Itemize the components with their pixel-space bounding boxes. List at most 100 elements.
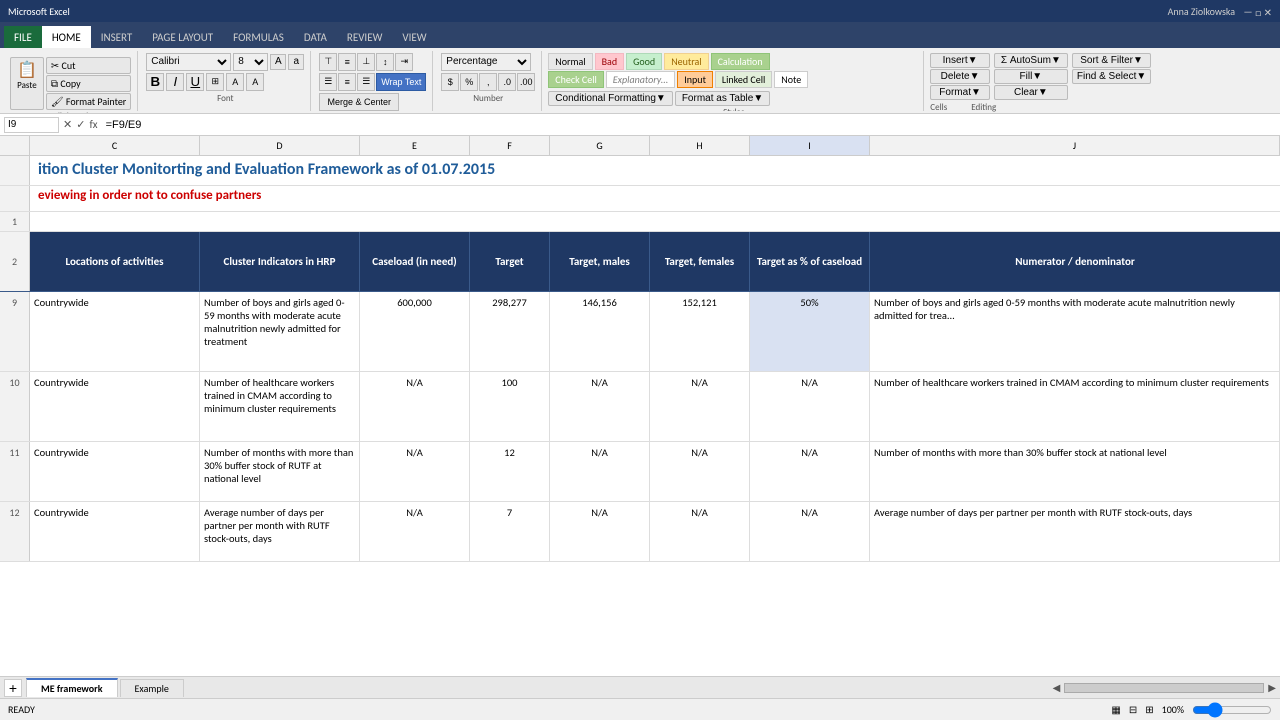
add-sheet-button[interactable]: + — [4, 679, 22, 697]
format-as-table-button[interactable]: Format as Table▼ — [675, 91, 770, 106]
fill-color-button[interactable]: A — [226, 73, 244, 91]
col-header-e[interactable]: E — [360, 136, 470, 155]
formula-input[interactable]: =F9/E9 — [102, 119, 1276, 131]
find-select-button[interactable]: Find & Select▼ — [1072, 69, 1151, 84]
insert-button[interactable]: Insert▼ — [930, 53, 990, 68]
data-row-10[interactable]: 10 Countrywide Number of healthcare work… — [0, 372, 1280, 442]
tab-file[interactable]: FILE — [4, 26, 42, 48]
border-button[interactable]: ⊞ — [206, 73, 224, 91]
col-header-g[interactable]: G — [550, 136, 650, 155]
data-row-9[interactable]: 9 Countrywide Number of boys and girls a… — [0, 292, 1280, 372]
conditional-formatting-button[interactable]: Conditional Formatting▼ — [548, 91, 673, 106]
row-10-pct[interactable]: N/A — [750, 372, 870, 441]
wrap-text-button[interactable]: Wrap Text — [376, 73, 426, 91]
align-left-button[interactable]: ☰ — [319, 73, 337, 91]
row-12-pct[interactable]: N/A — [750, 502, 870, 561]
align-top-button[interactable]: ⊤ — [319, 53, 337, 71]
tab-formulas[interactable]: FORMULAS — [223, 26, 294, 48]
col-header-j[interactable]: J — [870, 136, 1280, 155]
tab-home[interactable]: HOME — [42, 26, 91, 48]
percent-button[interactable]: % — [460, 73, 478, 91]
row-12-indicator[interactable]: Average number of days per partner per m… — [200, 502, 360, 561]
clear-button[interactable]: Clear▼ — [994, 85, 1068, 100]
row-9-location[interactable]: Countrywide — [30, 292, 200, 371]
row-9-males[interactable]: 146,156 — [550, 292, 650, 371]
row-11-location[interactable]: Countrywide — [30, 442, 200, 501]
data-row-12[interactable]: 12 Countrywide Average number of days pe… — [0, 502, 1280, 562]
row-11-indicator[interactable]: Number of months with more than 30% buff… — [200, 442, 360, 501]
row-12-males[interactable]: N/A — [550, 502, 650, 561]
page-layout-icon[interactable]: ⊟ — [1129, 703, 1137, 716]
sort-filter-button[interactable]: Sort & Filter▼ — [1072, 53, 1151, 68]
cell-reference-input[interactable]: I9 — [4, 117, 59, 133]
font-family-select[interactable]: Calibri — [146, 53, 231, 71]
row-11-target[interactable]: 12 — [470, 442, 550, 501]
increase-decimal-button[interactable]: .0 — [498, 73, 516, 91]
row-9-females[interactable]: 152,121 — [650, 292, 750, 371]
underline-button[interactable]: U — [186, 73, 204, 91]
scroll-right-icon[interactable]: ▶ — [1268, 681, 1276, 694]
sheet-tab-me-framework[interactable]: ME framework — [26, 678, 118, 697]
font-color-button[interactable]: A — [246, 73, 264, 91]
row-10-location[interactable]: Countrywide — [30, 372, 200, 441]
row-10-numerator[interactable]: Number of healthcare workers trained in … — [870, 372, 1280, 441]
cut-button[interactable]: ✂ Cut — [46, 57, 131, 74]
horizontal-scrollbar[interactable] — [1064, 683, 1264, 693]
zoom-slider[interactable] — [1192, 705, 1272, 715]
tab-page-layout[interactable]: PAGE LAYOUT — [142, 26, 223, 48]
row-10-males[interactable]: N/A — [550, 372, 650, 441]
number-format-select[interactable]: Percentage — [441, 53, 531, 71]
tab-view[interactable]: VIEW — [392, 26, 436, 48]
align-bottom-button[interactable]: ⊥ — [357, 53, 375, 71]
delete-button[interactable]: Delete▼ — [930, 69, 990, 84]
row-10-females[interactable]: N/A — [650, 372, 750, 441]
col-header-c[interactable]: C — [30, 136, 200, 155]
row-9-caseload[interactable]: 600,000 — [360, 292, 470, 371]
data-row-11[interactable]: 11 Countrywide Number of months with mor… — [0, 442, 1280, 502]
row-10-indicator[interactable]: Number of healthcare workers trained in … — [200, 372, 360, 441]
window-controls[interactable]: － □ ✕ — [1243, 4, 1272, 19]
row-12-females[interactable]: N/A — [650, 502, 750, 561]
row-11-males[interactable]: N/A — [550, 442, 650, 501]
font-grow-button[interactable]: A — [270, 54, 286, 70]
currency-button[interactable]: $ — [441, 73, 459, 91]
row-12-caseload[interactable]: N/A — [360, 502, 470, 561]
indent-button[interactable]: ⇥ — [395, 53, 413, 71]
fill-button[interactable]: Fill▼ — [994, 69, 1068, 84]
row-11-females[interactable]: N/A — [650, 442, 750, 501]
decrease-decimal-button[interactable]: .00 — [517, 73, 535, 91]
font-size-select[interactable]: 8 — [233, 53, 268, 71]
align-right-button[interactable]: ☰ — [357, 73, 375, 91]
merge-center-button[interactable]: Merge & Center — [319, 93, 399, 111]
row-10-target[interactable]: 100 — [470, 372, 550, 441]
col-header-h[interactable]: H — [650, 136, 750, 155]
copy-button[interactable]: ⧉ Copy — [46, 75, 131, 92]
row-12-numerator[interactable]: Average number of days per partner per m… — [870, 502, 1280, 561]
col-header-f[interactable]: F — [470, 136, 550, 155]
confirm-formula-icon[interactable]: ✓ — [76, 118, 85, 131]
col-header-i[interactable]: I — [750, 136, 870, 155]
align-center-button[interactable]: ≡ — [338, 73, 356, 91]
row-12-target[interactable]: 7 — [470, 502, 550, 561]
italic-button[interactable]: I — [166, 73, 184, 91]
tab-review[interactable]: REVIEW — [337, 26, 393, 48]
text-direction-button[interactable]: ↕ — [376, 53, 394, 71]
row-9-target[interactable]: 298,277 — [470, 292, 550, 371]
autosum-button[interactable]: Σ AutoSum▼ — [994, 53, 1068, 68]
row-9-numerator[interactable]: Number of boys and girls aged 0-59 month… — [870, 292, 1280, 371]
row-9-indicator[interactable]: Number of boys and girls aged 0-59 month… — [200, 292, 360, 371]
font-shrink-button[interactable]: a — [288, 54, 304, 70]
col-header-d[interactable]: D — [200, 136, 360, 155]
paste-button[interactable]: 📋 Paste — [10, 57, 44, 110]
align-middle-button[interactable]: ≡ — [338, 53, 356, 71]
sheet-tab-example[interactable]: Example — [120, 679, 184, 697]
tab-insert[interactable]: INSERT — [91, 26, 143, 48]
scroll-left-icon[interactable]: ◀ — [1053, 681, 1061, 694]
row-11-caseload[interactable]: N/A — [360, 442, 470, 501]
row-10-caseload[interactable]: N/A — [360, 372, 470, 441]
format-button[interactable]: Format▼ — [930, 85, 990, 100]
tab-data[interactable]: DATA — [294, 26, 337, 48]
comma-button[interactable]: , — [479, 73, 497, 91]
row-11-pct[interactable]: N/A — [750, 442, 870, 501]
row-9-pct[interactable]: 50% — [750, 292, 870, 371]
